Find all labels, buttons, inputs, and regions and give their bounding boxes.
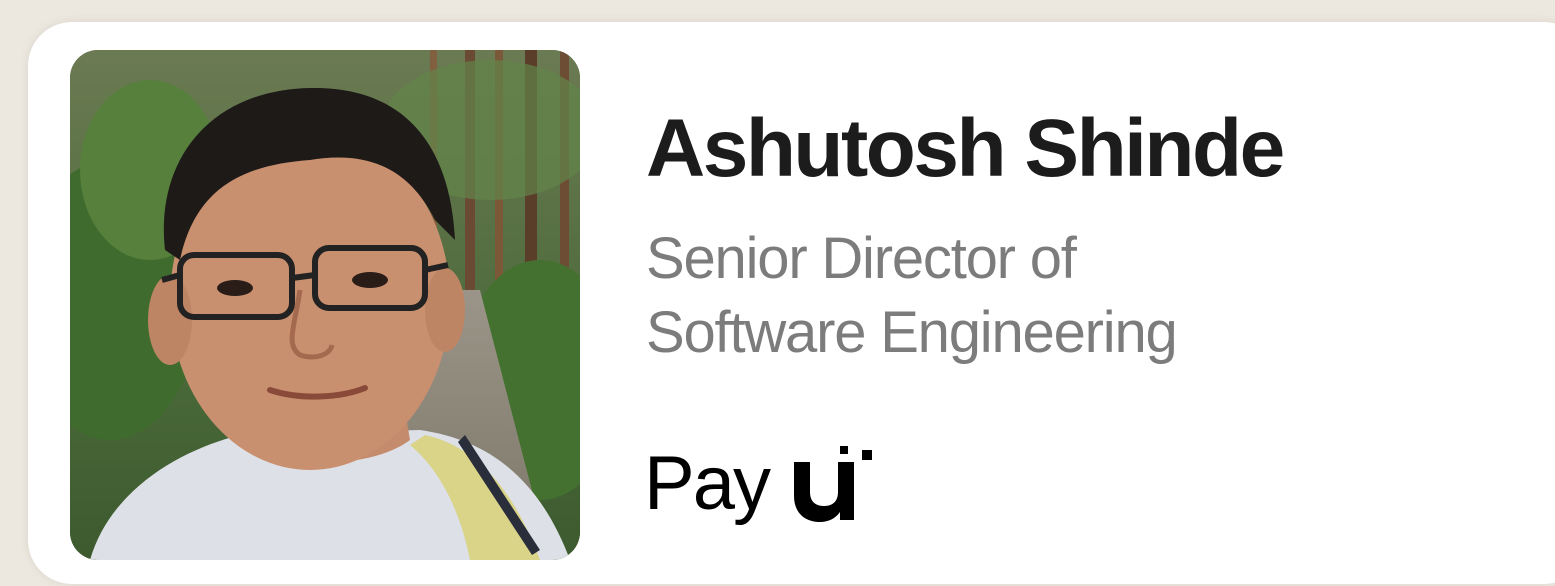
- payu-u-mark-icon: [794, 446, 872, 522]
- payu-logo-text: Pay: [644, 441, 771, 526]
- person-name: Ashutosh Shinde: [646, 103, 1285, 194]
- job-title: Senior Director of Software Engineering: [646, 222, 1178, 370]
- job-title-line-2: Software Engineering: [646, 300, 1178, 365]
- profile-photo: [70, 50, 580, 560]
- job-title-line-1: Senior Director of: [646, 226, 1077, 291]
- payu-logo: Pay: [644, 418, 894, 538]
